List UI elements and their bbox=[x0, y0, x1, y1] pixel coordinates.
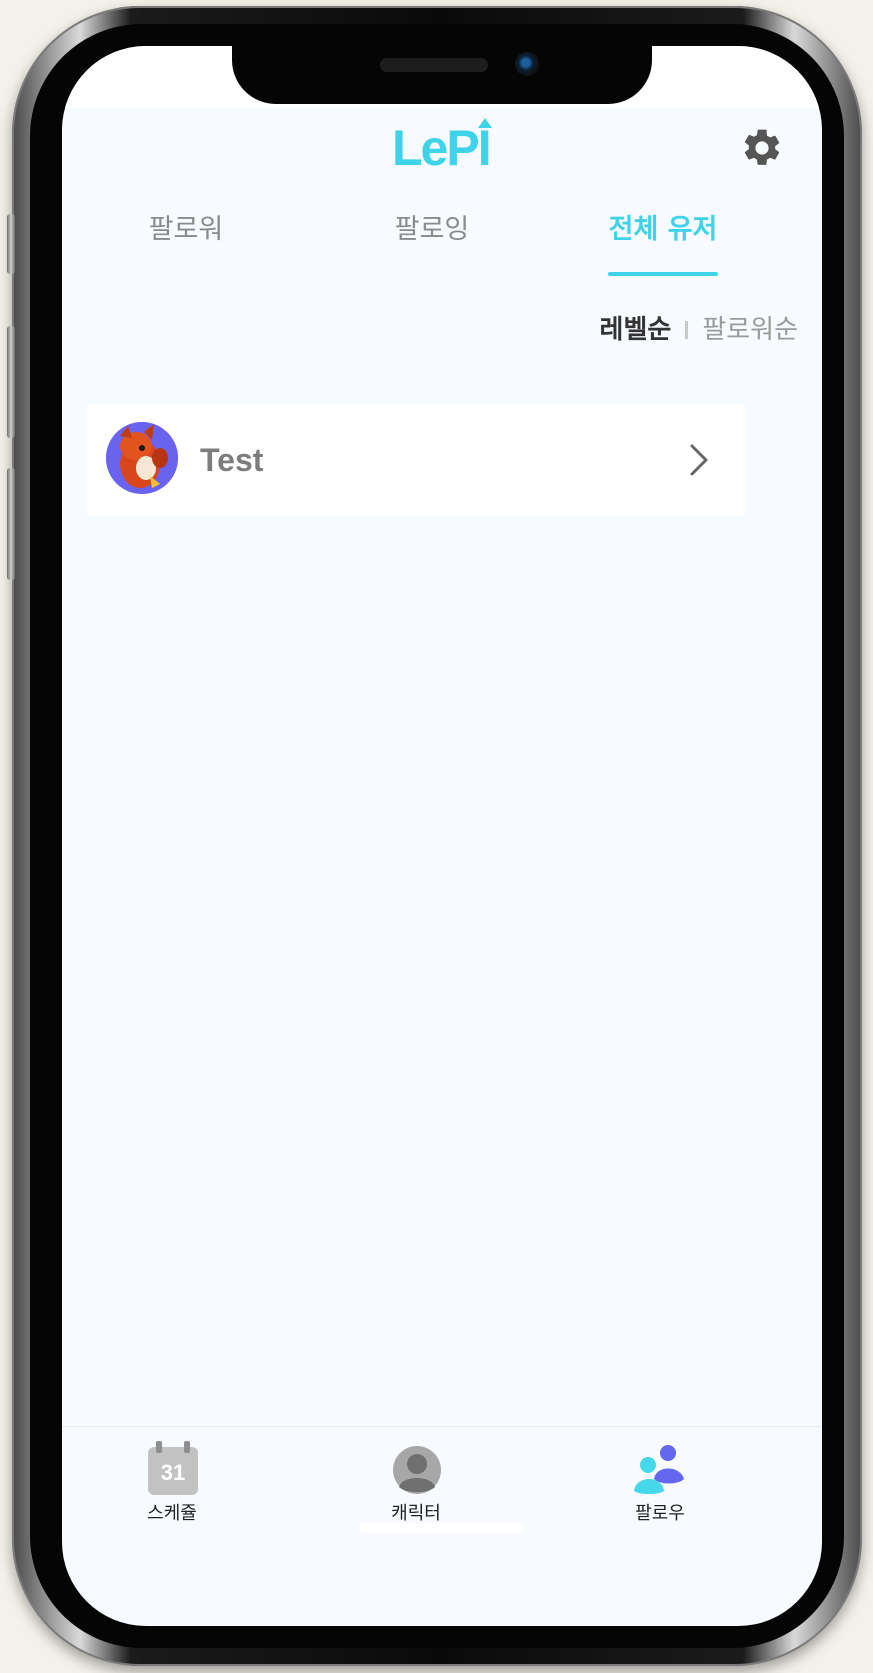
nav-character[interactable]: 캐릭터 bbox=[356, 1441, 476, 1527]
nav-character-label: 캐릭터 bbox=[391, 1503, 441, 1524]
calendar-icon: 31 bbox=[148, 1441, 198, 1495]
logo-arrow-icon bbox=[478, 118, 492, 128]
sort-divider bbox=[685, 321, 689, 339]
app-logo: LePI bbox=[392, 118, 492, 178]
tab-following[interactable]: 팔로잉 bbox=[372, 196, 492, 276]
logo-text: LePI bbox=[392, 120, 492, 176]
nav-follow-label: 팔로우 bbox=[635, 1503, 685, 1524]
chevron-right-icon[interactable] bbox=[686, 442, 712, 478]
follow-tabs: 팔로워 팔로잉 전체 유저 bbox=[62, 196, 822, 276]
volume-up-button bbox=[7, 326, 15, 438]
avatar-image bbox=[106, 422, 178, 494]
front-camera bbox=[515, 52, 539, 76]
mute-switch bbox=[7, 214, 15, 274]
speaker-grille bbox=[380, 58, 488, 72]
calendar-ring-right bbox=[184, 1441, 190, 1453]
calendar-icon-date: 31 bbox=[160, 1460, 186, 1485]
active-tab-underline bbox=[608, 272, 718, 276]
person-icon bbox=[393, 1446, 441, 1494]
tab-following-label: 팔로잉 bbox=[394, 214, 470, 245]
sort-by-level-button[interactable]: 레벨순 bbox=[600, 310, 672, 350]
volume-down-button bbox=[7, 468, 15, 580]
nav-schedule-label: 스케쥴 bbox=[147, 1503, 197, 1524]
calendar-ring-left bbox=[156, 1441, 162, 1453]
user-name: Test bbox=[200, 442, 264, 478]
notch bbox=[232, 46, 652, 104]
app-header: LePI bbox=[62, 108, 822, 180]
sort-options: 레벨순 팔로워순 bbox=[600, 310, 798, 350]
nav-schedule[interactable]: 31 스케쥴 bbox=[112, 1441, 232, 1527]
tab-followers[interactable]: 팔로워 bbox=[126, 196, 246, 276]
bottom-navigation: 31 스케쥴 캐릭터 팔로우 bbox=[62, 1426, 822, 1533]
tab-followers-label: 팔로워 bbox=[148, 214, 224, 245]
character-avatar-icon bbox=[106, 422, 178, 494]
app-screen: LePI 팔로워 팔로잉 전체 유저 레벨순 팔로워순 Test 31 스케쥴 … bbox=[62, 46, 822, 1626]
home-indicator[interactable] bbox=[358, 1523, 526, 1533]
tab-all-users[interactable]: 전체 유저 bbox=[608, 196, 718, 276]
sort-by-followers-button[interactable]: 팔로워순 bbox=[702, 310, 798, 350]
follow-users-icon bbox=[634, 1445, 684, 1494]
gear-icon[interactable] bbox=[740, 126, 784, 170]
status-area bbox=[62, 46, 822, 108]
tab-all-users-label: 전체 유저 bbox=[608, 214, 718, 245]
user-list-item[interactable]: Test bbox=[86, 404, 746, 516]
nav-follow[interactable]: 팔로우 bbox=[600, 1441, 720, 1527]
